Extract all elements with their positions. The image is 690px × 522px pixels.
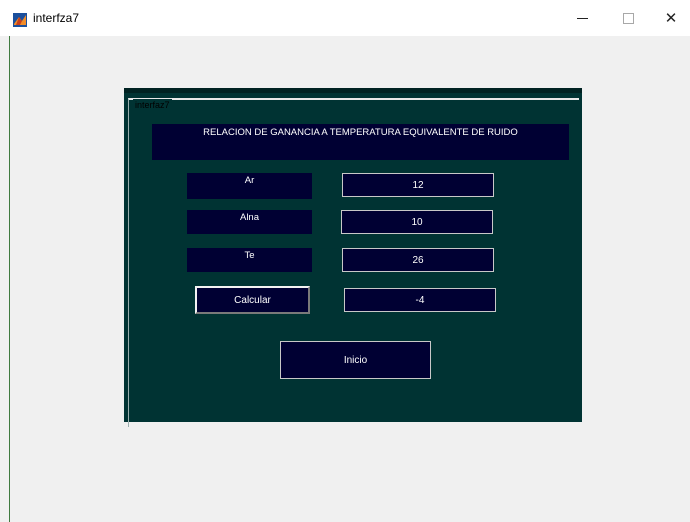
panel-title: interfaz7 [133,99,172,111]
header-box: RELACION DE GANANCIA A TEMPERATURA EQUIV… [152,124,569,160]
main-panel: interfaz7 RELACION DE GANANCIA A TEMPERA… [124,88,582,427]
label-te: Te [187,248,312,272]
maximize-icon [622,12,634,24]
label-ar: Ar [187,173,312,199]
label-ar-text: Ar [244,175,255,186]
inicio-button[interactable]: Inicio [280,341,431,379]
window-title: interfza7 [33,11,80,25]
header-text: RELACION DE GANANCIA A TEMPERATURA EQUIV… [203,127,518,138]
close-icon: ✕ [664,8,678,27]
matlab-icon [13,13,27,27]
label-te-text: Te [244,250,255,261]
ar-input[interactable]: 12 [342,173,494,197]
maximize-button[interactable] [605,0,651,36]
alna-input[interactable]: 10 [341,210,493,234]
result-field[interactable]: -4 [344,288,496,312]
te-input[interactable]: 26 [342,248,494,272]
window-left-border [9,36,10,522]
minimize-button[interactable] [559,0,605,36]
label-alna-text: Alna [239,212,259,223]
label-alna: Alna [187,210,312,234]
calcular-button[interactable]: Calcular [195,286,310,314]
close-button[interactable]: ✕ [648,0,690,36]
window-titlebar: interfza7 ✕ [0,0,690,36]
minimize-icon [576,17,588,19]
